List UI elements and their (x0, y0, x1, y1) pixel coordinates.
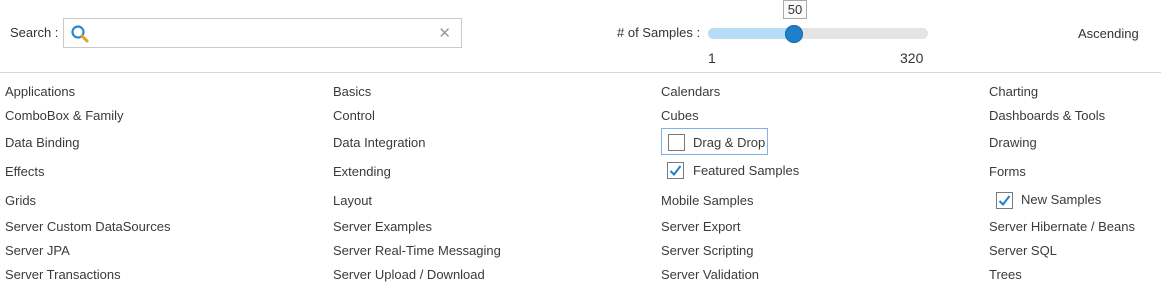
category-combobox[interactable]: ComboBox & Family (5, 108, 123, 123)
category-charting[interactable]: Charting (989, 84, 1038, 99)
slider-min: 1 (708, 50, 716, 66)
sort-toggle[interactable]: Ascending (1078, 26, 1139, 41)
category-drag-drop[interactable]: Drag & Drop (693, 135, 765, 150)
category-featured[interactable]: Featured Samples (693, 163, 799, 178)
samples-slider[interactable] (708, 25, 928, 43)
new-samples-checkbox[interactable] (996, 192, 1013, 209)
search-input[interactable] (96, 23, 430, 45)
category-data-integration[interactable]: Data Integration (333, 135, 426, 150)
category-basics[interactable]: Basics (333, 84, 371, 99)
category-forms[interactable]: Forms (989, 164, 1026, 179)
category-server-upload[interactable]: Server Upload / Download (333, 267, 485, 282)
category-grid: Applications Basics Calendars Charting C… (0, 73, 1161, 287)
category-server-hibernate[interactable]: Server Hibernate / Beans (989, 219, 1135, 234)
category-control[interactable]: Control (333, 108, 375, 123)
search-icon (70, 24, 90, 44)
category-effects[interactable]: Effects (5, 164, 45, 179)
samples-label: # of Samples : (617, 25, 701, 40)
category-mobile[interactable]: Mobile Samples (661, 193, 754, 208)
category-server-custom[interactable]: Server Custom DataSources (5, 219, 170, 234)
category-server-sql[interactable]: Server SQL (989, 243, 1057, 258)
category-calendars[interactable]: Calendars (661, 84, 720, 99)
category-server-transactions[interactable]: Server Transactions (5, 267, 121, 282)
category-dashboards[interactable]: Dashboards & Tools (989, 108, 1105, 123)
category-server-scripting[interactable]: Server Scripting (661, 243, 753, 258)
slider-max: 320 (900, 50, 924, 66)
category-trees[interactable]: Trees (989, 267, 1022, 282)
category-server-export[interactable]: Server Export (661, 219, 740, 234)
featured-checkbox[interactable] (667, 162, 684, 179)
search-label: Search : (10, 25, 59, 40)
category-server-validation[interactable]: Server Validation (661, 267, 759, 282)
checkmark-icon (669, 165, 682, 177)
category-server-examples[interactable]: Server Examples (333, 219, 432, 234)
drag-drop-focus[interactable]: Drag & Drop (661, 128, 768, 155)
slider-value: 50 (783, 0, 807, 19)
category-layout[interactable]: Layout (333, 193, 372, 208)
checkmark-icon (998, 195, 1011, 207)
category-applications[interactable]: Applications (5, 84, 75, 99)
category-grids[interactable]: Grids (5, 193, 36, 208)
category-drawing[interactable]: Drawing (989, 135, 1037, 150)
clear-icon[interactable]: ✕ (438, 25, 451, 43)
drag-drop-checkbox[interactable] (668, 134, 685, 151)
category-extending[interactable]: Extending (333, 164, 391, 179)
category-cubes[interactable]: Cubes (661, 108, 699, 123)
category-data-binding[interactable]: Data Binding (5, 135, 79, 150)
category-server-realtime[interactable]: Server Real-Time Messaging (333, 243, 501, 258)
toolbar: Search : ✕ # of Samples : 50 1 320 Ascen… (0, 0, 1161, 73)
slider-thumb[interactable] (785, 25, 803, 43)
category-server-jpa[interactable]: Server JPA (5, 243, 70, 258)
search-box[interactable]: ✕ (63, 18, 462, 48)
category-new-samples[interactable]: New Samples (1021, 192, 1101, 207)
